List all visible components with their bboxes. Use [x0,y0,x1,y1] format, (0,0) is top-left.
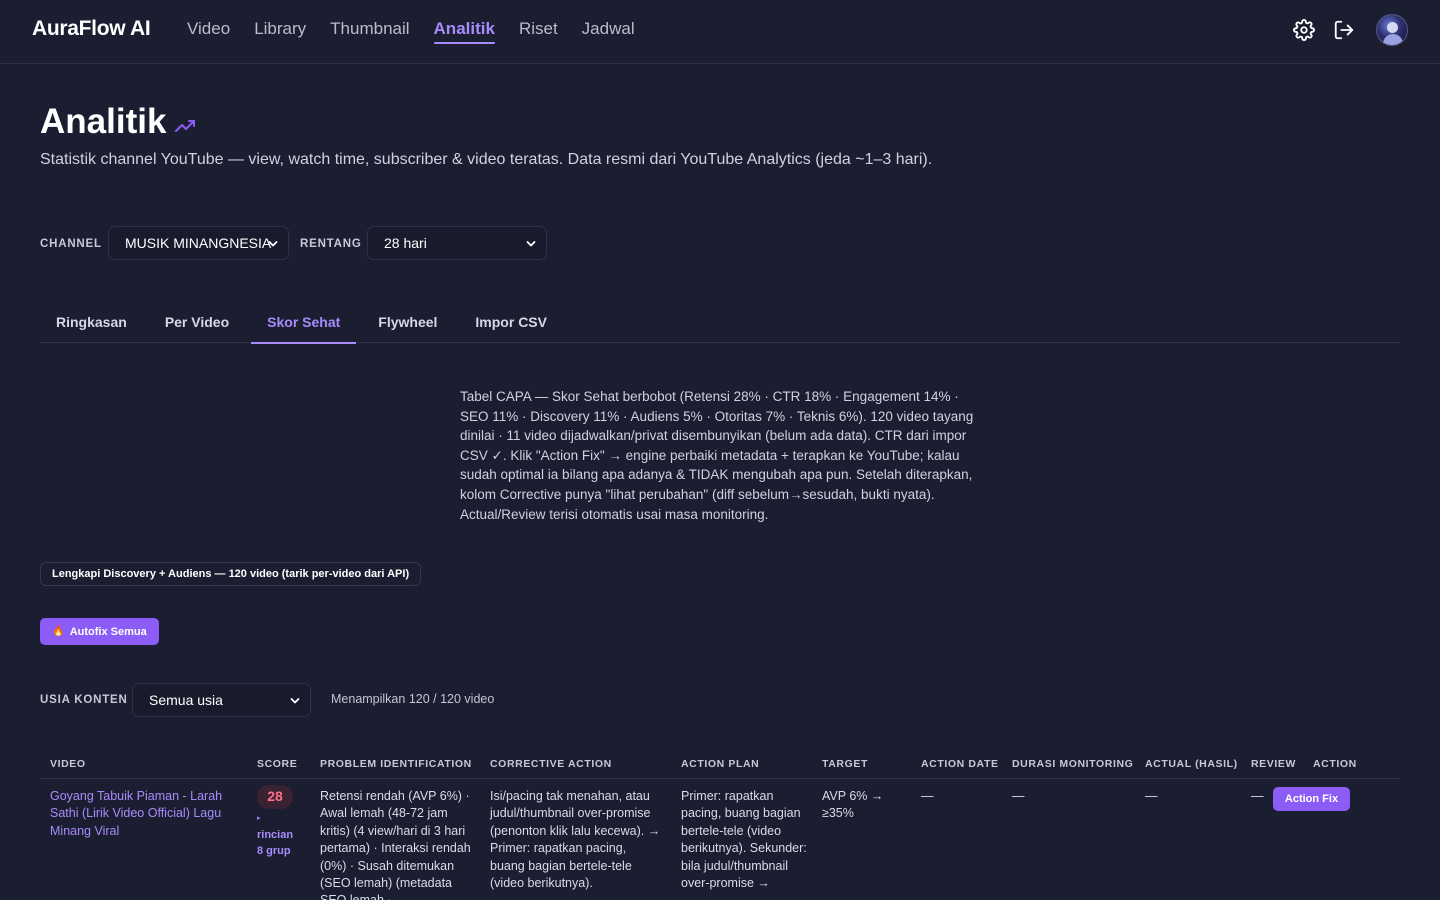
table-header: VIDEO SCORE PROBLEM IDENTIFICATION CORRE… [40,750,1400,779]
capa-table: VIDEO SCORE PROBLEM IDENTIFICATION CORRE… [40,750,1400,900]
content-age-value: Semua usia [149,692,223,708]
nav-item-jadwal[interactable]: Jadwal [582,0,635,46]
target-cell: AVP 6% → ≥35% [822,789,884,821]
page-title-text: Analitik [40,102,167,141]
col-review[interactable]: REVIEW [1251,758,1296,770]
chevron-down-icon [268,241,278,247]
nav-item-riset[interactable]: Riset [519,0,558,46]
actual-cell: — [1145,789,1158,803]
channel-select[interactable]: MUSIK MINANGNESIA [108,226,289,260]
nav-item-analitik[interactable]: Analitik [433,0,496,46]
main-nav: Video Library Thumbnail Analitik Riset J… [187,0,659,64]
content-age-select[interactable]: Semua usia [132,683,311,717]
col-action[interactable]: ACTION [1313,758,1357,770]
chevron-down-icon [290,698,300,704]
logout-icon[interactable] [1332,18,1356,42]
video-title-link[interactable]: Goyang Tabuik Piaman - Larah Sathi (Liri… [50,788,235,840]
fire-icon: 🔥 [52,626,65,637]
trending-up-icon [175,120,196,132]
nav-item-library[interactable]: Library [254,0,306,46]
channel-label: CHANNEL [40,238,102,250]
page-title: Analitik [40,102,198,142]
tab-per-video[interactable]: Per Video [149,303,245,343]
video-count-text: Menampilkan 120 / 120 video [331,692,495,706]
top-navbar: AuraFlow AI Video Library Thumbnail Anal… [0,0,1440,64]
tab-flywheel[interactable]: Flywheel [362,303,453,343]
col-video[interactable]: VIDEO [50,758,86,770]
action-plan-cell: Primer: rapatkan pacing, buang bagian be… [681,789,807,891]
durasi-cell: — [1012,789,1025,803]
nav-item-thumbnail[interactable]: Thumbnail [330,0,409,46]
range-select[interactable]: 28 hari [367,226,547,260]
col-action-date[interactable]: ACTION DATE [921,758,999,770]
autofix-all-button[interactable]: 🔥 Autofix Semua [40,618,159,645]
action-date-cell: — [921,789,934,803]
range-label: RENTANG [300,238,362,250]
col-durasi[interactable]: DURASI MONITORING [1012,758,1133,770]
discovery-audience-button[interactable]: Lengkapi Discovery + Audiens — 120 video… [40,562,422,586]
col-corrective[interactable]: CORRECTIVE ACTION [490,758,612,770]
page-subtitle: Statistik channel YouTube — view, watch … [40,151,933,168]
gear-icon[interactable] [1292,18,1316,42]
col-problem[interactable]: PROBLEM IDENTIFICATION [320,758,472,770]
problem-cell: Retensi rendah (AVP 6%) · Awal lemah (48… [320,789,471,900]
avatar[interactable] [1376,14,1408,46]
col-actual[interactable]: ACTUAL (HASIL) [1145,758,1238,770]
capa-description: Tabel CAPA — Skor Sehat berbobot (Retens… [460,389,974,522]
brand-logo[interactable]: AuraFlow AI [32,17,151,41]
tab-impor-csv[interactable]: Impor CSV [459,303,563,343]
analytics-tabs: Ringkasan Per Video Skor Sehat Flywheel … [40,303,1400,344]
action-fix-button[interactable]: Action Fix [1273,787,1350,811]
col-score[interactable]: SCORE [257,758,297,770]
autofix-all-label: Autofix Semua [69,625,147,638]
review-cell: — [1251,789,1264,803]
score-cell: 28 ▸ rincian 8 grup [257,785,307,859]
col-action-plan[interactable]: ACTION PLAN [681,758,759,770]
range-select-value: 28 hari [384,235,427,251]
corrective-cell: Isi/pacing tak menahan, atau judul/thumb… [490,789,661,891]
video-title[interactable]: Goyang Tabuik Piaman - Larah Sathi (Liri… [50,789,222,838]
content-age-label: USIA KONTEN [40,694,128,706]
col-target[interactable]: TARGET [822,758,868,770]
chevron-down-icon [526,241,536,247]
nav-item-video[interactable]: Video [187,0,230,46]
table-row: Goyang Tabuik Piaman - Larah Sathi (Liri… [40,779,1400,900]
score-breakdown-toggle[interactable]: ▸ rincian 8 grup [257,811,307,859]
channel-select-value: MUSIK MINANGNESIA [125,235,272,251]
tab-ringkasan[interactable]: Ringkasan [40,303,143,343]
top-actions [1276,14,1408,46]
score-badge: 28 [257,785,293,809]
tab-skor-sehat[interactable]: Skor Sehat [251,303,357,344]
